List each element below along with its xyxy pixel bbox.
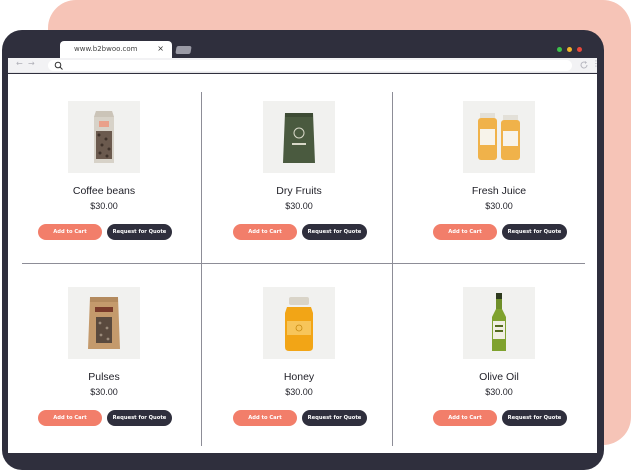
product-image[interactable] xyxy=(263,287,335,359)
search-icon xyxy=(54,61,63,70)
product-price: $30.00 xyxy=(485,201,513,211)
product-image[interactable] xyxy=(463,101,535,173)
add-to-cart-button[interactable]: Add to Cart xyxy=(233,410,297,426)
product-image[interactable] xyxy=(263,101,335,173)
product-name: Honey xyxy=(283,371,315,383)
product-name: Pulses xyxy=(88,371,120,383)
product-card-honey: Honey $30.00 Add to Cart Request for Quo… xyxy=(214,287,384,437)
tab-title: www.b2bwoo.com xyxy=(74,45,138,53)
add-to-cart-button[interactable]: Add to Cart xyxy=(38,224,102,240)
request-quote-button[interactable]: Request for Quote xyxy=(107,410,172,426)
grid-divider xyxy=(392,92,393,446)
address-bar[interactable] xyxy=(48,60,572,71)
back-icon[interactable]: ← xyxy=(16,59,23,68)
product-grid: Coffee beans $30.00 Add to Cart Request … xyxy=(8,74,597,453)
add-to-cart-button[interactable]: Add to Cart xyxy=(433,224,497,240)
product-price: $30.00 xyxy=(485,387,513,397)
product-card-olive-oil: Olive Oil $30.00 Add to Cart Request for… xyxy=(414,287,584,437)
grid-divider xyxy=(201,92,202,446)
request-quote-button[interactable]: Request for Quote xyxy=(302,410,367,426)
reload-icon[interactable] xyxy=(579,60,589,70)
close-icon[interactable]: × xyxy=(157,44,164,53)
forward-icon[interactable]: → xyxy=(28,59,35,68)
request-quote-button[interactable]: Request for Quote xyxy=(107,224,172,240)
add-to-cart-button[interactable]: Add to Cart xyxy=(38,410,102,426)
honey-jar-icon xyxy=(263,287,335,359)
product-price: $30.00 xyxy=(285,201,313,211)
product-name: Dry Fruits xyxy=(276,185,322,197)
menu-icon[interactable]: ⋮ xyxy=(592,59,600,68)
oil-bottle-icon xyxy=(463,287,535,359)
browser-toolbar: ← → ⋮ xyxy=(8,58,600,73)
add-to-cart-button[interactable]: Add to Cart xyxy=(433,410,497,426)
product-price: $30.00 xyxy=(285,387,313,397)
product-card-coffee-beans: Coffee beans $30.00 Add to Cart Request … xyxy=(19,101,189,251)
grid-divider xyxy=(22,263,585,264)
sack-icon xyxy=(68,287,140,359)
product-image[interactable] xyxy=(68,287,140,359)
product-name: Coffee beans xyxy=(72,185,136,197)
product-card-pulses: Pulses $30.00 Add to Cart Request for Qu… xyxy=(19,287,189,437)
product-name: Olive Oil xyxy=(479,371,519,383)
pouch-icon xyxy=(263,101,335,173)
product-card-dry-fruits: Dry Fruits $30.00 Add to Cart Request fo… xyxy=(214,101,384,251)
juice-bottles-icon xyxy=(463,101,535,173)
window-maximize-dot[interactable] xyxy=(557,47,562,52)
new-tab-button[interactable] xyxy=(175,46,192,54)
product-price: $30.00 xyxy=(90,387,118,397)
request-quote-button[interactable]: Request for Quote xyxy=(502,224,567,240)
product-card-fresh-juice: Fresh Juice $30.00 Add to Cart Request f… xyxy=(414,101,584,251)
request-quote-button[interactable]: Request for Quote xyxy=(302,224,367,240)
product-price: $30.00 xyxy=(90,201,118,211)
coffee-bag-icon xyxy=(68,101,140,173)
window-close-dot[interactable] xyxy=(577,47,582,52)
request-quote-button[interactable]: Request for Quote xyxy=(502,410,567,426)
window-minimize-dot[interactable] xyxy=(567,47,572,52)
product-image[interactable] xyxy=(463,287,535,359)
add-to-cart-button[interactable]: Add to Cart xyxy=(233,224,297,240)
browser-tab[interactable]: www.b2bwoo.com × xyxy=(60,41,172,59)
product-image[interactable] xyxy=(68,101,140,173)
product-name: Fresh Juice xyxy=(471,185,527,197)
